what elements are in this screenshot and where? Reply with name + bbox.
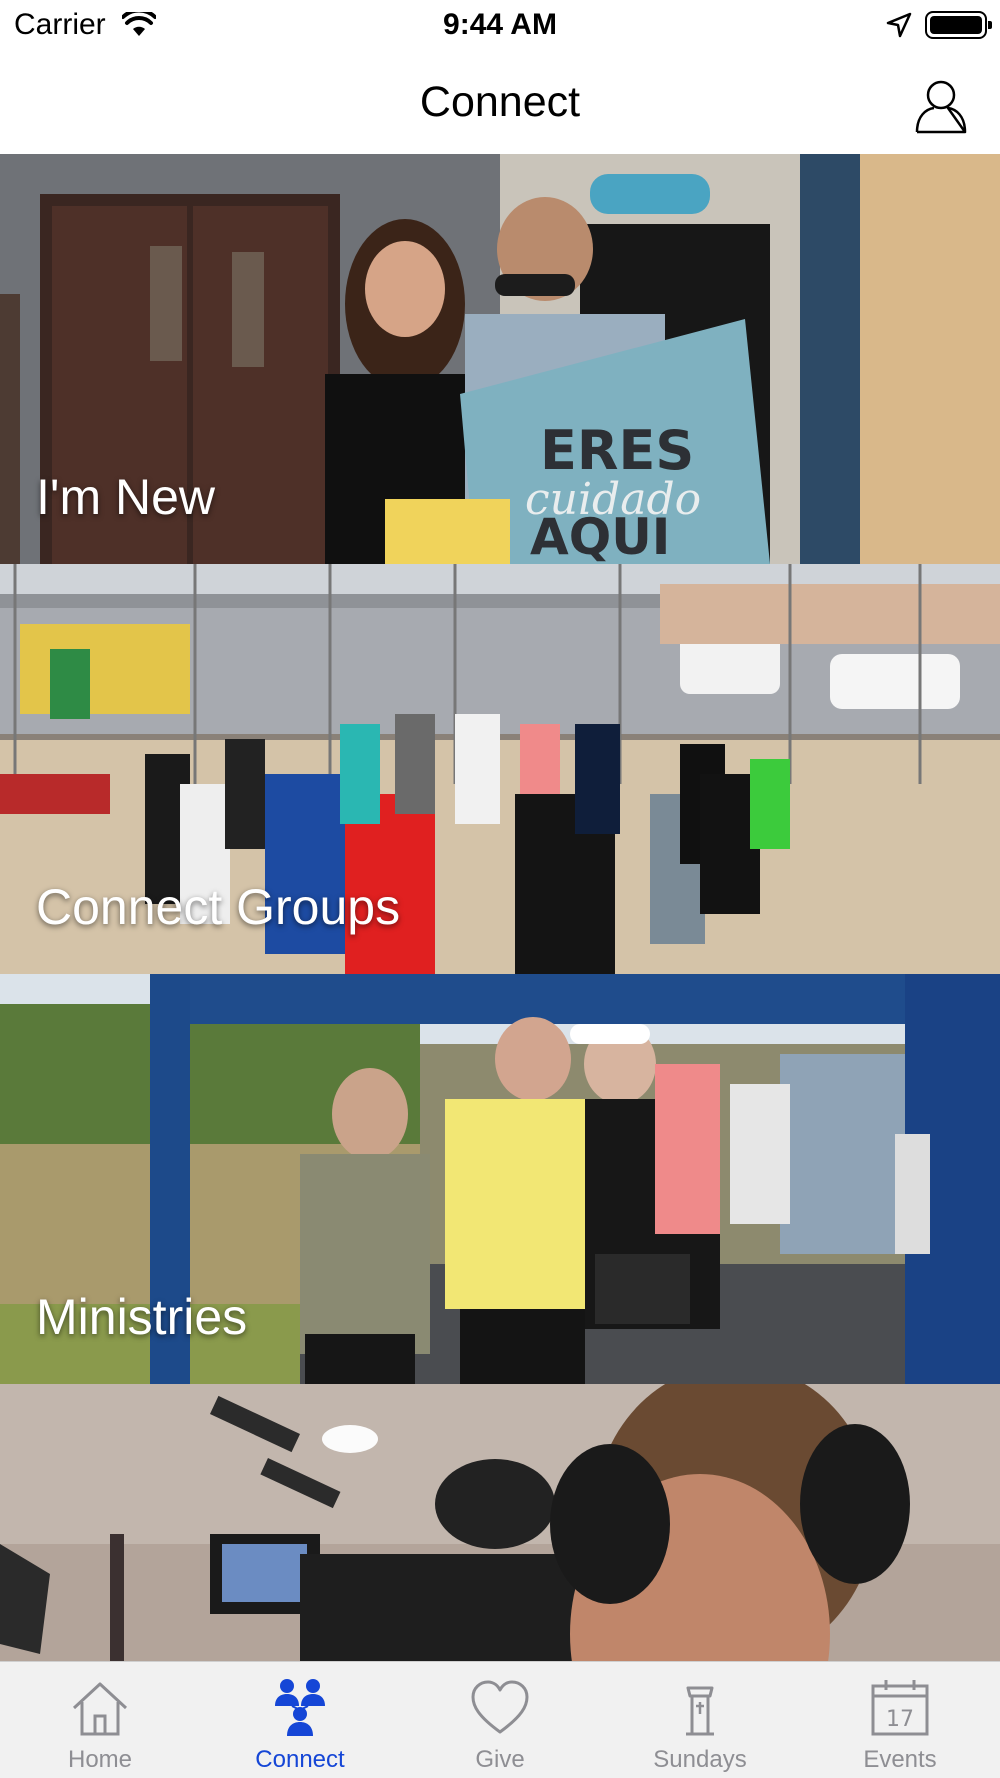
card-connect-groups[interactable]: Connect Groups — [0, 564, 1000, 974]
tab-bar: Home Connect Give Sundays 17 Events — [0, 1661, 1000, 1778]
svg-text:AQUI: AQUI — [530, 508, 670, 564]
house-icon — [72, 1682, 128, 1736]
tab-home-label: Home — [67, 1746, 133, 1773]
card-im-new[interactable]: ERES cuidado AQUI I'm New — [0, 154, 1000, 564]
battery-icon — [925, 11, 992, 39]
location-arrow-icon — [886, 12, 912, 38]
lectern-icon — [686, 1686, 714, 1736]
people-group-icon — [275, 1679, 325, 1736]
tab-give[interactable]: Give — [400, 1662, 600, 1778]
page-title: Connect — [419, 78, 581, 126]
card-label: Ministries — [36, 1289, 248, 1345]
svg-text:17: 17 — [886, 1707, 914, 1732]
tab-sundays[interactable]: Sundays — [600, 1662, 800, 1778]
tab-sundays-label: Sundays — [653, 1746, 747, 1773]
tab-give-label: Give — [475, 1746, 525, 1773]
card-ministries[interactable]: Ministries — [0, 974, 1000, 1384]
navigation-bar: Connect — [0, 52, 1000, 154]
tab-events-label: Events — [863, 1746, 937, 1773]
heart-icon — [471, 1680, 529, 1734]
svg-text:ERES: ERES — [540, 419, 694, 482]
card-photo-media — [0, 1384, 1000, 1661]
connect-card-list: ERES cuidado AQUI I'm New Connect Groups… — [0, 154, 1000, 1661]
calendar-icon: 17 — [871, 1680, 929, 1736]
tab-connect[interactable]: Connect — [200, 1662, 400, 1778]
status-time: 9:44 AM — [443, 8, 557, 41]
card-label: I'm New — [36, 469, 216, 525]
card-label: Connect Groups — [36, 879, 401, 935]
profile-icon[interactable] — [914, 78, 968, 134]
card-media[interactable] — [0, 1384, 1000, 1661]
status-bar: Carrier 9:44 AM — [0, 0, 1000, 52]
tab-events[interactable]: 17 Events — [800, 1662, 1000, 1778]
tab-connect-label: Connect — [255, 1746, 345, 1773]
tab-home[interactable]: Home — [0, 1662, 200, 1778]
